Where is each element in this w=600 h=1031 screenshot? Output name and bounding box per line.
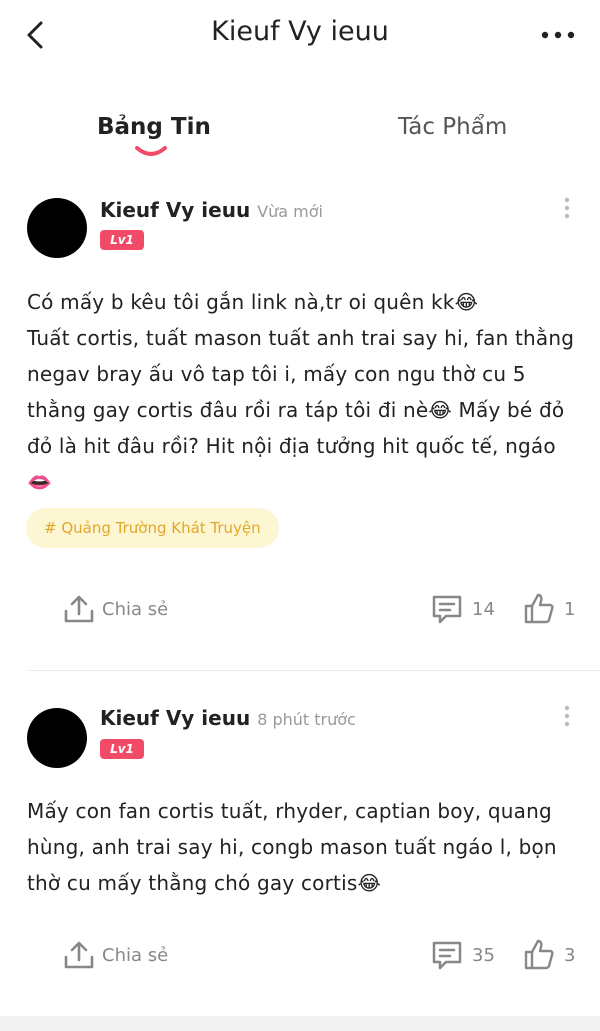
ellipsis-icon xyxy=(541,31,575,39)
post-text-line: thằng gay cortis đâu rồi ra táp tôi đi n… xyxy=(27,398,565,422)
post-text-line: Có mấy b kêu tôi gắn link nà,tr oi quên … xyxy=(27,290,479,314)
thumbs-up-icon xyxy=(524,939,554,970)
post-text-line: Tuất cortis, tuất mason tuất anh trai sa… xyxy=(27,326,575,350)
comment-count: 35 xyxy=(472,944,495,966)
post-text: Có mấy b kêu tôi gắn link nà,tr oi quên … xyxy=(27,284,576,500)
tab-bar: Bảng Tin Tác Phẩm xyxy=(0,100,600,170)
share-label: Chia sẻ xyxy=(102,598,169,620)
share-label: Chia sẻ xyxy=(102,944,169,966)
tab-works[interactable]: Tác Phẩm xyxy=(398,114,507,140)
post-text-line: 👄 xyxy=(27,470,53,494)
post-text: Mấy con fan cortis tuất, rhyder, captian… xyxy=(27,793,576,901)
page-title: Kieuf Vy ieuu xyxy=(211,16,389,47)
next-post-edge xyxy=(0,1016,600,1031)
topic-tag[interactable]: # Quảng Trường Khát Truyện xyxy=(26,508,279,548)
level-badge: Lv1 xyxy=(100,230,144,250)
post-author-line: Kieuf Vy ieuu 8 phút trước xyxy=(100,706,356,730)
like-button[interactable]: 3 xyxy=(522,937,575,973)
comment-icon xyxy=(432,595,462,624)
share-button[interactable]: Chia sẻ xyxy=(62,591,168,627)
comment-button[interactable]: 35 xyxy=(430,937,495,973)
post-text-line: hùng, anh trai say hi, congb mason tuất … xyxy=(27,835,557,859)
post-text-line: Mấy con fan cortis tuất, rhyder, captian… xyxy=(27,799,552,823)
post-author-name[interactable]: Kieuf Vy ieuu xyxy=(100,198,250,222)
top-bar: Kieuf Vy ieuu xyxy=(0,0,600,72)
post-divider xyxy=(27,670,600,671)
share-icon xyxy=(64,595,94,623)
post-time: 8 phút trước xyxy=(257,710,356,729)
vertical-ellipsis-icon xyxy=(564,197,570,219)
post-author-name[interactable]: Kieuf Vy ieuu xyxy=(100,706,250,730)
avatar[interactable] xyxy=(27,198,87,258)
post-author-line: Kieuf Vy ieuu Vừa mới xyxy=(100,198,323,222)
post-text-line: negav bray ấu vô tap tôi i, mấy con ngu … xyxy=(27,362,526,386)
like-count: 1 xyxy=(564,598,576,620)
level-badge: Lv1 xyxy=(100,739,144,759)
avatar[interactable] xyxy=(27,708,87,768)
post-time: Vừa mới xyxy=(257,202,323,221)
share-button[interactable]: Chia sẻ xyxy=(62,937,168,973)
like-count: 3 xyxy=(564,944,576,966)
active-tab-indicator xyxy=(135,146,167,156)
post-text-line: đỏ là hit đâu rồi? Hit nội địa tưởng hit… xyxy=(27,434,556,458)
vertical-ellipsis-icon xyxy=(564,705,570,727)
tab-feed[interactable]: Bảng Tin xyxy=(97,114,211,140)
thumbs-up-icon xyxy=(524,593,554,624)
post-menu-button[interactable] xyxy=(560,703,574,729)
share-icon xyxy=(64,941,94,969)
more-options-button[interactable] xyxy=(538,20,578,50)
comment-icon xyxy=(432,941,462,970)
comment-count: 14 xyxy=(472,598,495,620)
post-text-line: thờ cu mấy thằng chó gay cortis😂 xyxy=(27,871,382,895)
post-menu-button[interactable] xyxy=(560,195,574,221)
like-button[interactable]: 1 xyxy=(522,591,575,627)
comment-button[interactable]: 14 xyxy=(430,591,495,627)
